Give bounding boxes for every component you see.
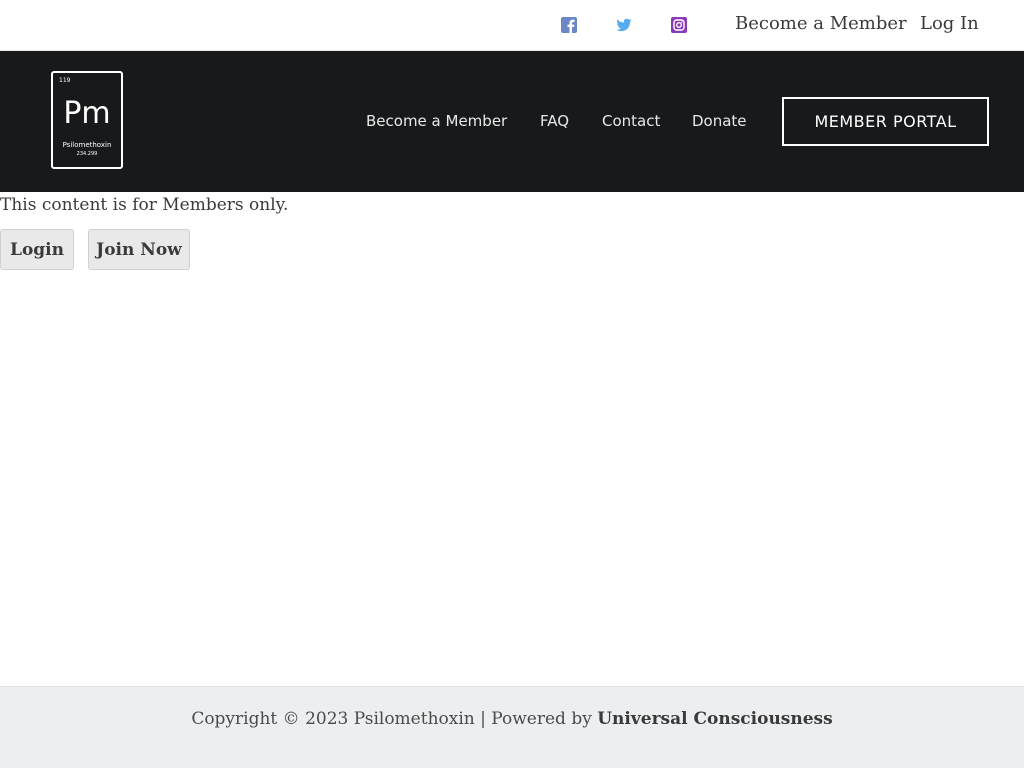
nav-donate[interactable]: Donate [692,111,747,131]
copyright-text: Copyright © 2023 Psilomethoxin | Powered… [191,709,598,729]
logo-mass: 234.299 [76,151,98,157]
twitter-icon[interactable] [616,17,632,33]
site-footer: Copyright © 2023 Psilomethoxin | Powered… [0,686,1024,768]
topbar-become-member-link[interactable]: Become a Member [735,12,907,36]
login-button[interactable]: Login [0,229,74,270]
site-logo[interactable]: 119 Pm Psilomethoxin 234.299 [51,71,123,169]
members-only-message: This content is for Members only. [0,195,289,215]
member-portal-button[interactable]: MEMBER PORTAL [782,97,989,146]
footer-copyright: Copyright © 2023 Psilomethoxin | Powered… [0,707,1024,731]
instagram-icon[interactable] [671,17,687,33]
nav-faq[interactable]: FAQ [540,111,569,131]
nav-contact[interactable]: Contact [602,111,660,131]
topbar-login-link[interactable]: Log In [920,12,979,36]
logo-name: Psilomethoxin [62,141,112,149]
nav-become-member[interactable]: Become a Member [366,111,507,131]
facebook-icon[interactable] [561,17,577,33]
powered-by-link[interactable]: Universal Consciousness [597,709,832,729]
join-now-button[interactable]: Join Now [88,229,190,270]
logo-symbol: Pm [63,96,111,131]
site-header: 119 Pm Psilomethoxin 234.299 Become a Me… [0,51,1024,192]
logo-number: 119 [59,77,71,84]
top-bar: Become a Member Log In [0,0,1024,51]
